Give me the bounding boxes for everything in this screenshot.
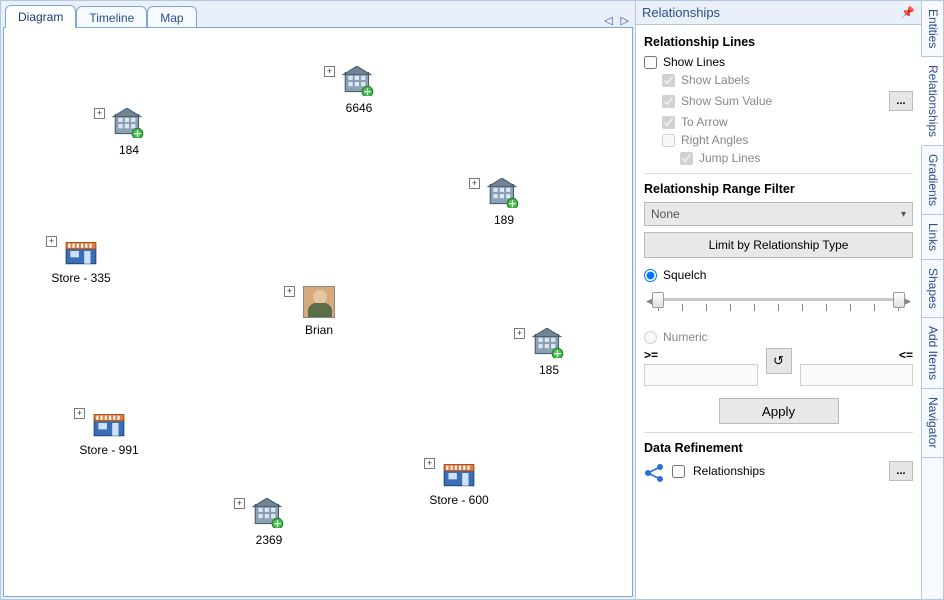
slider-thumb-right[interactable] [893,292,905,308]
side-tab-shapes[interactable]: Shapes [922,260,943,318]
refine-relationships-checkbox[interactable] [672,465,685,478]
store-icon [441,458,477,491]
tab-map[interactable]: Map [147,6,196,28]
side-tab-links[interactable]: Links [922,215,943,260]
lte-label: <= [800,348,914,362]
right-angles-label: Right Angles [681,133,748,147]
expand-icon[interactable]: + [514,328,525,339]
chevron-down-icon: ▾ [901,209,906,220]
node-n_store991[interactable]: + Store - 991 [64,408,154,457]
expand-icon[interactable]: + [94,108,105,119]
relationship-lines-heading: Relationship Lines [644,35,913,49]
expand-icon[interactable]: + [234,498,245,509]
side-tab-strip: Entities Relationships Gradients Links S… [921,1,943,599]
numeric-radio [644,331,657,344]
diagram-canvas[interactable]: +184+6646+189+Store - 335+Brian+185+Stor… [3,27,633,597]
expand-icon[interactable]: + [284,286,295,297]
range-filter-heading: Relationship Range Filter [644,182,913,196]
refine-relationships-label: Relationships [693,464,765,478]
node-n_184[interactable]: +184 [84,108,174,157]
show-labels-label: Show Labels [681,73,750,87]
tab-timeline[interactable]: Timeline [76,6,147,28]
node-label: 184 [84,143,174,157]
side-tab-gradients[interactable]: Gradients [922,146,943,215]
panel-title: Relationships [642,5,720,20]
node-n_6646[interactable]: +6646 [314,66,404,115]
panel-body: Relationship Lines Show Lines Show Label… [636,25,921,599]
node-label: Store - 991 [64,443,154,457]
tab-diagram[interactable]: Diagram [5,5,76,28]
expand-icon[interactable]: + [324,66,335,77]
side-tab-add-items[interactable]: Add Items [922,318,943,389]
expand-icon[interactable]: + [74,408,85,419]
node-label: 189 [459,213,549,227]
jump-lines-label: Jump Lines [699,151,760,165]
share-icon [644,463,664,479]
squelch-radio[interactable] [644,269,657,282]
show-lines-label: Show Lines [663,55,725,69]
building-icon [251,498,287,531]
node-label: Store - 335 [36,271,126,285]
limit-by-type-button[interactable]: Limit by Relationship Type [644,232,913,258]
lte-input[interactable] [800,364,914,386]
main-tab-bar: Diagram Timeline Map ◁ ▷ [1,1,635,27]
show-sum-checkbox [662,95,675,108]
expand-icon[interactable]: + [424,458,435,469]
building-icon [531,328,567,361]
to-arrow-label: To Arrow [681,115,728,129]
tab-nav-next-icon[interactable]: ▷ [621,14,629,27]
slider-max-icon: ▸ [904,293,911,309]
expand-icon[interactable]: + [46,236,57,247]
building-icon [111,108,147,141]
side-tab-navigator[interactable]: Navigator [922,389,943,457]
node-label: Brian [274,323,364,337]
show-labels-checkbox [662,74,675,87]
node-label: 6646 [314,101,404,115]
panel-header: Relationships 📌 [636,1,921,25]
node-label: Store - 600 [414,493,504,507]
right-angles-checkbox [662,134,675,147]
side-tab-relationships[interactable]: Relationships [921,57,943,146]
range-type-dropdown[interactable]: None ▾ [644,202,913,226]
expand-icon[interactable]: + [469,178,480,189]
node-n_store335[interactable]: + Store - 335 [36,236,126,285]
range-type-value: None [651,207,680,221]
node-label: 185 [504,363,594,377]
store-icon [63,236,99,269]
show-sum-options-button[interactable]: ... [889,91,913,111]
tab-nav-prev-icon[interactable]: ◁ [604,14,612,27]
squelch-slider[interactable]: ◂ ▸ [648,286,909,320]
left-pane: Diagram Timeline Map ◁ ▷ +184+6646+189+S… [1,1,636,599]
gte-label: >= [644,348,758,362]
jump-lines-checkbox [680,152,693,165]
show-lines-checkbox[interactable] [644,56,657,69]
node-n_store600[interactable]: + Store - 600 [414,458,504,507]
building-icon [486,178,522,211]
node-n_brian[interactable]: + Brian [274,286,364,337]
show-sum-label: Show Sum Value [681,94,772,108]
apply-button[interactable]: Apply [719,398,839,424]
node-n_2369[interactable]: +2369 [224,498,314,547]
slider-thumb-left[interactable] [652,292,664,308]
squelch-label: Squelch [663,268,706,282]
reset-range-button[interactable]: ↺ [766,348,792,374]
numeric-label: Numeric [663,330,708,344]
side-tab-entities[interactable]: Entities [922,1,943,57]
gte-input[interactable] [644,364,758,386]
person-icon [303,286,335,318]
node-n_185[interactable]: +185 [504,328,594,377]
refine-options-button[interactable]: ... [889,461,913,481]
right-pane: Relationships 📌 Relationship Lines Show … [636,1,943,599]
node-n_189[interactable]: +189 [459,178,549,227]
node-label: 2369 [224,533,314,547]
to-arrow-checkbox [662,116,675,129]
data-refinement-heading: Data Refinement [644,441,913,455]
store-icon [91,408,127,441]
building-icon [341,66,377,99]
pin-icon[interactable]: 📌 [901,6,915,19]
